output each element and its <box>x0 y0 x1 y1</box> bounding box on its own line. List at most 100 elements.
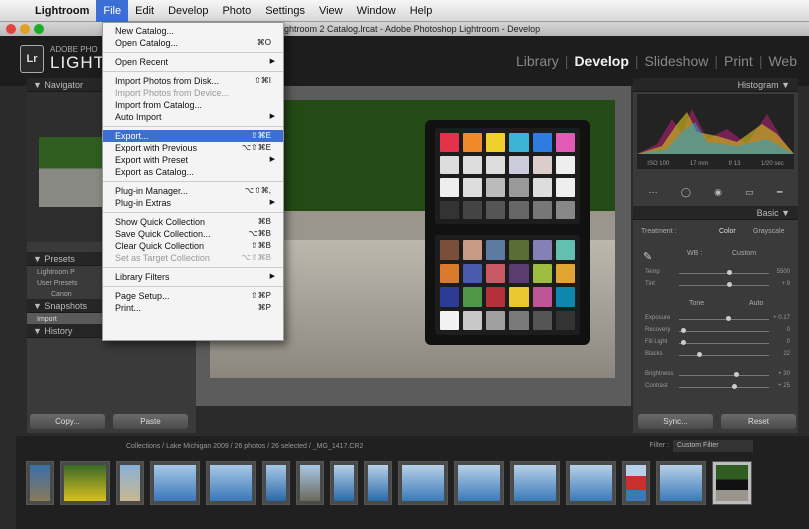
slider-value[interactable]: + 9 <box>781 281 790 287</box>
wb-value[interactable]: Custom <box>732 250 756 257</box>
slider-fill-light[interactable]: Fill Light 0 <box>637 338 794 348</box>
slider-knob[interactable] <box>727 270 733 275</box>
slider-recovery[interactable]: Recovery 0 <box>637 326 794 336</box>
module-develop[interactable]: Develop <box>568 53 634 69</box>
thumbnail[interactable] <box>26 461 54 505</box>
menu-item-label: New Catalog... <box>115 26 175 36</box>
copy-button[interactable]: Copy... <box>30 414 105 429</box>
menu-view[interactable]: View <box>312 0 350 22</box>
sync-button[interactable]: Sync... <box>638 414 713 429</box>
menu-item-auto-import[interactable]: Auto Import ▶ <box>103 111 283 123</box>
histogram-graph[interactable]: ISO 100 17 mm f/ 13 1/20 sec <box>637 94 794 169</box>
thumbnail[interactable] <box>510 461 560 505</box>
menu-item-page-setup[interactable]: Page Setup... ⇧⌘P <box>103 290 283 302</box>
thumbnail[interactable] <box>656 461 706 505</box>
menu-lightroom[interactable]: Lightroom <box>28 0 96 22</box>
thumbnail[interactable] <box>398 461 448 505</box>
slider-value[interactable]: + 30 <box>778 371 790 377</box>
slider-knob[interactable] <box>725 316 731 321</box>
redeye-tool-icon[interactable]: ◉ <box>714 187 722 198</box>
paste-button[interactable]: Paste <box>113 414 188 429</box>
menu-file[interactable]: File <box>96 0 129 22</box>
menu-item-plug-in-manager[interactable]: Plug-in Manager... ⌥⇧⌘, <box>103 185 283 197</box>
menu-item-export-with-previous[interactable]: Export with Previous ⌥⇧⌘E <box>103 142 283 154</box>
brush-tool-icon[interactable]: ━ <box>777 187 782 198</box>
menu-item-library-filters[interactable]: Library Filters ▶ <box>103 271 283 283</box>
menu-item-clear-quick-collection[interactable]: Clear Quick Collection ⇧⌘B <box>103 240 283 252</box>
gradient-tool-icon[interactable]: ▭ <box>745 187 754 198</box>
menu-item-import-photos-from-disk[interactable]: Import Photos from Disk... ⇧⌘I <box>103 75 283 87</box>
filmstrip-path[interactable]: Collections / Lake Michigan 2009 / 26 ph… <box>126 443 363 450</box>
menu-item-label: Open Recent <box>115 57 169 67</box>
reset-button[interactable]: Reset <box>721 414 796 429</box>
menu-item-print[interactable]: Print... ⌘P <box>103 302 283 314</box>
close-window-icon[interactable] <box>6 24 16 34</box>
slider-knob[interactable] <box>680 328 686 333</box>
treatment-color[interactable]: Color <box>719 228 736 235</box>
module-print[interactable]: Print <box>718 53 759 69</box>
slider-value[interactable]: + 0.17 <box>773 315 790 321</box>
menu-item-open-recent[interactable]: Open Recent ▶ <box>103 56 283 68</box>
thumbnail[interactable] <box>454 461 504 505</box>
menu-item-show-quick-collection[interactable]: Show Quick Collection ⌘B <box>103 216 283 228</box>
slider-tint[interactable]: Tint + 9 <box>637 280 794 290</box>
slider-value[interactable]: 0 <box>787 339 790 345</box>
menu-help[interactable]: Help <box>403 0 440 22</box>
thumbnail[interactable] <box>150 461 200 505</box>
thumbnail[interactable] <box>330 461 358 505</box>
slider-blacks[interactable]: Blacks 22 <box>637 350 794 360</box>
color-checker-grayscale <box>435 128 580 224</box>
thumbnail[interactable] <box>622 461 650 505</box>
menu-develop[interactable]: Develop <box>161 0 215 22</box>
thumbnail[interactable] <box>566 461 616 505</box>
slider-value[interactable]: 22 <box>783 351 790 357</box>
slider-value[interactable]: 0 <box>787 327 790 333</box>
slider-value[interactable]: + 25 <box>778 383 790 389</box>
wb-eyedropper-icon[interactable]: ✎ <box>643 250 652 263</box>
menu-item-export[interactable]: Export... ⇧⌘E <box>103 130 283 142</box>
menu-item-export-as-catalog[interactable]: Export as Catalog... <box>103 166 283 178</box>
slider-knob[interactable] <box>680 340 686 345</box>
menu-item-export-with-preset[interactable]: Export with Preset ▶ <box>103 154 283 166</box>
tone-auto-button[interactable]: Auto <box>749 300 763 307</box>
histogram-header[interactable]: Histogram ▼ <box>633 78 798 92</box>
menu-item-new-catalog[interactable]: New Catalog... <box>103 25 283 37</box>
menu-item-import-from-catalog[interactable]: Import from Catalog... <box>103 99 283 111</box>
thumbnail[interactable] <box>262 461 290 505</box>
slider-contrast[interactable]: Contrast + 25 <box>637 382 794 392</box>
module-slideshow[interactable]: Slideshow <box>639 53 715 69</box>
menu-item-shortcut: ⌘B <box>257 217 271 226</box>
menu-item-open-catalog[interactable]: Open Catalog... ⌘O <box>103 37 283 49</box>
thumbnail[interactable] <box>116 461 144 505</box>
thumbnail[interactable] <box>60 461 110 505</box>
basic-header[interactable]: Basic ▼ <box>633 206 798 220</box>
filmstrip: Collections / Lake Michigan 2009 / 26 ph… <box>16 436 809 529</box>
slider-exposure[interactable]: Exposure + 0.17 <box>637 314 794 324</box>
slider-knob[interactable] <box>696 352 702 357</box>
module-library[interactable]: Library <box>510 53 565 69</box>
menu-photo[interactable]: Photo <box>215 0 258 22</box>
slider-knob[interactable] <box>731 384 737 389</box>
menu-settings[interactable]: Settings <box>258 0 312 22</box>
thumbnail-selected[interactable] <box>712 461 752 505</box>
minimize-window-icon[interactable] <box>20 24 30 34</box>
zoom-window-icon[interactable] <box>34 24 44 34</box>
slider-knob[interactable] <box>727 282 733 287</box>
slider-brightness[interactable]: Brightness + 30 <box>637 370 794 380</box>
spot-tool-icon[interactable]: ◯ <box>681 187 691 198</box>
menu-item-plug-in-extras[interactable]: Plug-in Extras ▶ <box>103 197 283 209</box>
menu-edit[interactable]: Edit <box>128 0 161 22</box>
slider-value[interactable]: 5500 <box>777 269 790 275</box>
crop-tool-icon[interactable]: ⋯ <box>649 187 658 198</box>
thumbnail[interactable] <box>364 461 392 505</box>
thumbnail[interactable] <box>296 461 324 505</box>
treatment-grayscale[interactable]: Grayscale <box>753 228 785 235</box>
slider-temp[interactable]: Temp 5500 <box>637 268 794 278</box>
menu-window[interactable]: Window <box>350 0 403 22</box>
module-web[interactable]: Web <box>762 53 803 69</box>
filter-dropdown[interactable]: Custom Filter <box>673 440 753 452</box>
navigator-thumbnail[interactable] <box>39 137 109 207</box>
menu-item-save-quick-collection[interactable]: Save Quick Collection... ⌥⌘B <box>103 228 283 240</box>
thumbnail[interactable] <box>206 461 256 505</box>
slider-knob[interactable] <box>733 372 739 377</box>
